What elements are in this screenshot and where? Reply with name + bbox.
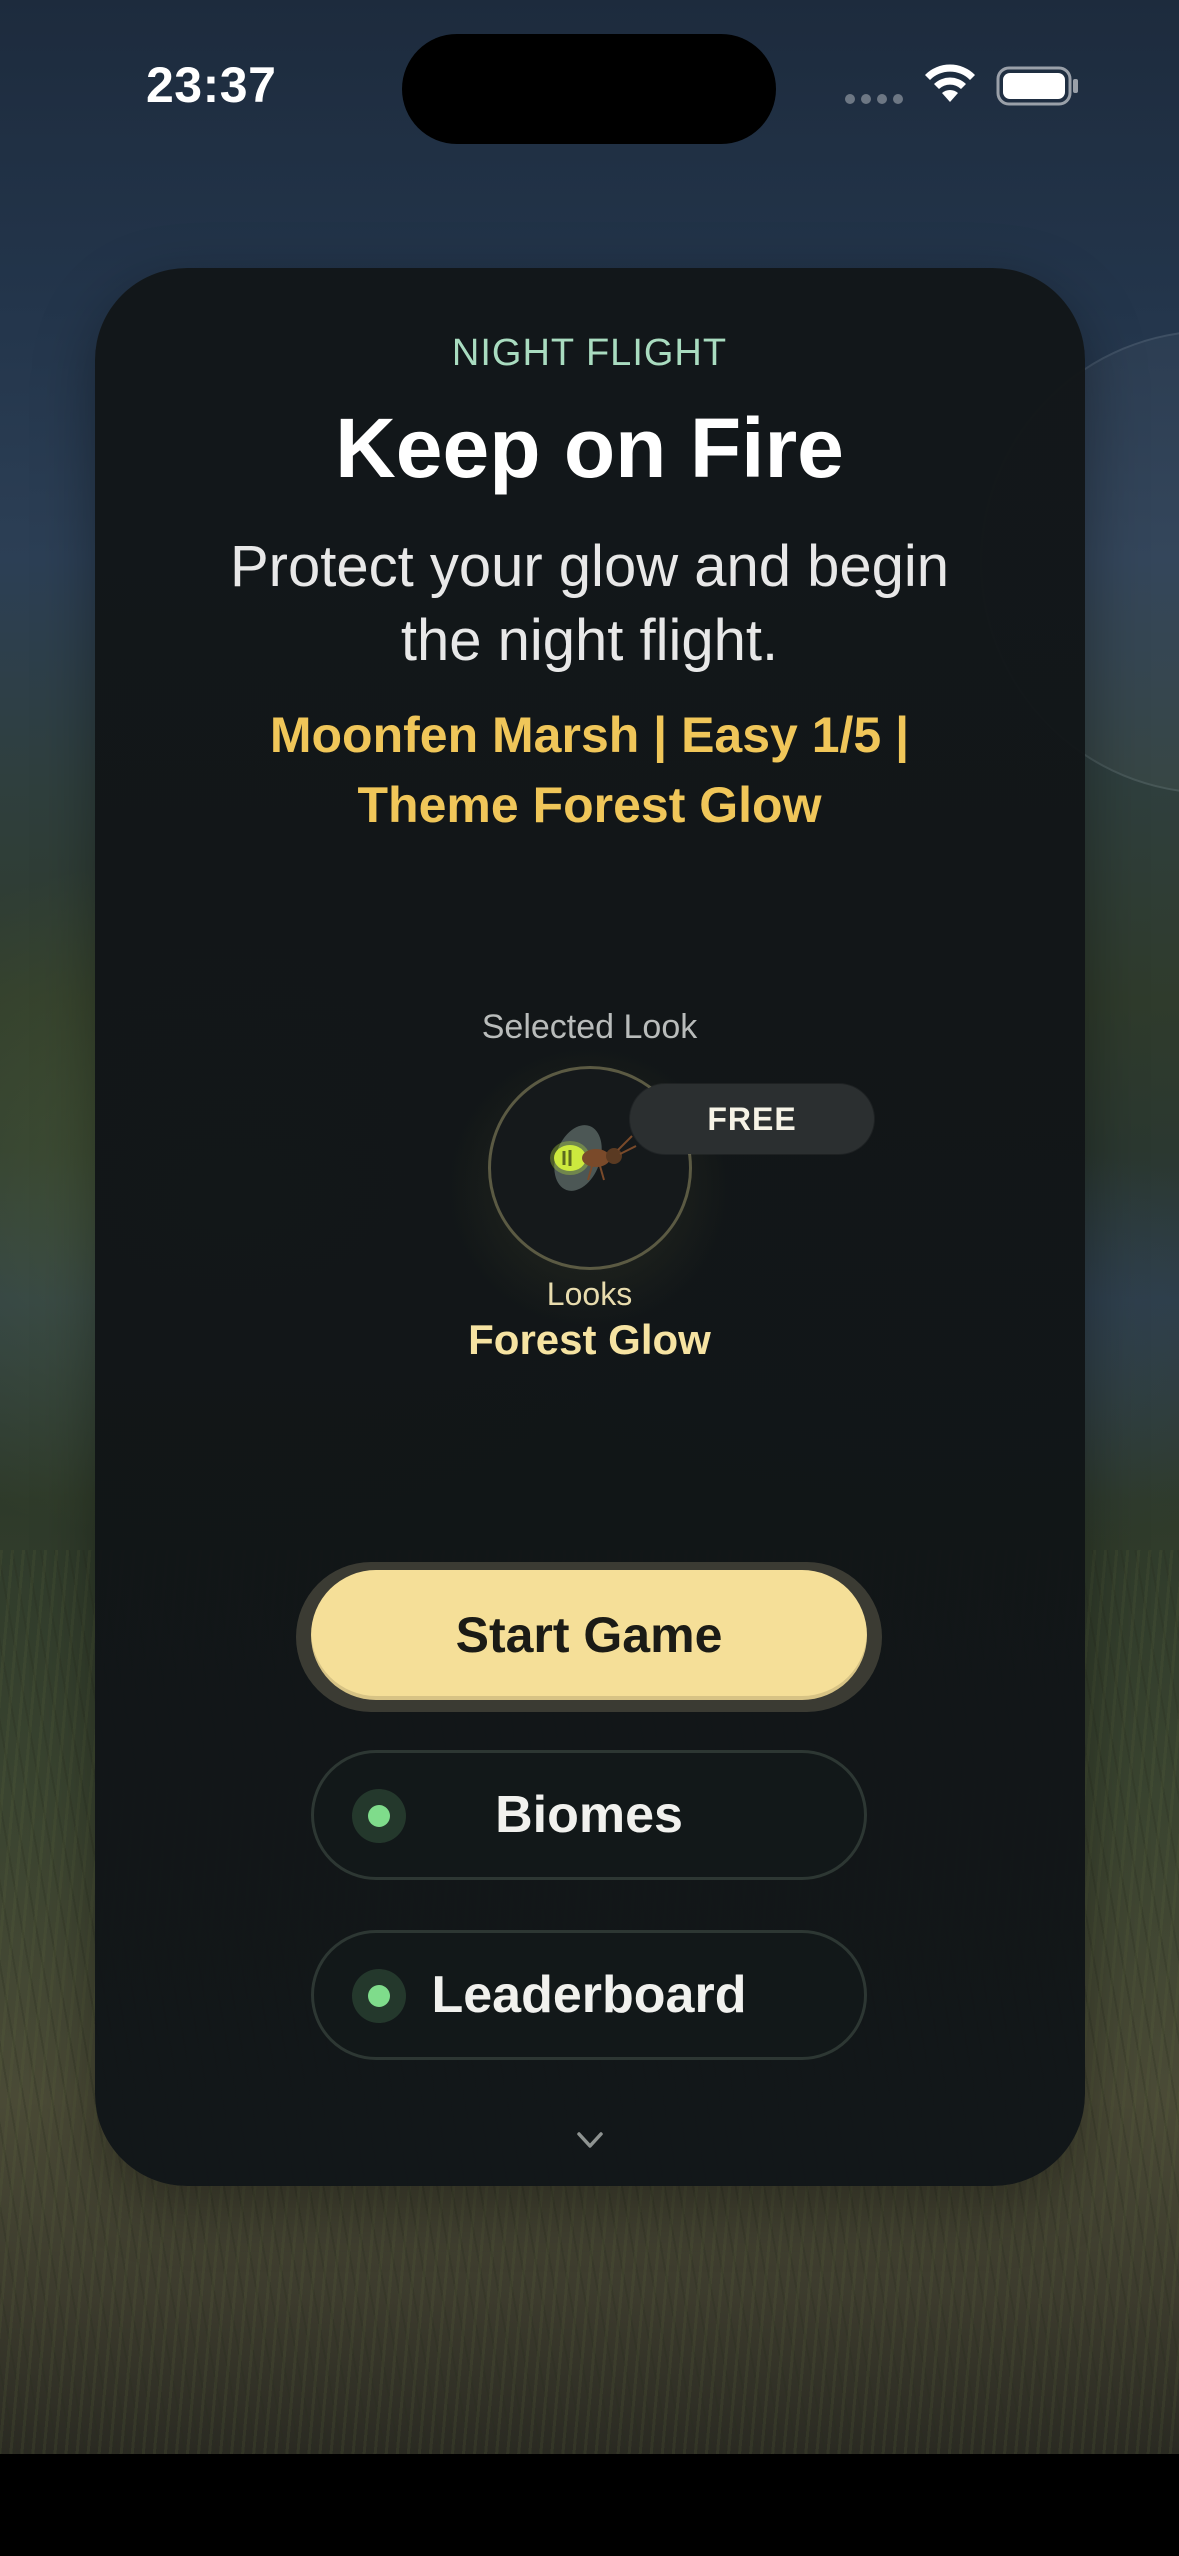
level-meta: Moonfen Marsh | Easy 1/5 | Theme Forest …	[269, 707, 910, 833]
start-game-button[interactable]: Start Game	[311, 1570, 867, 1700]
selected-look-label: Selected Look	[481, 1008, 698, 1046]
look-name: Forest Glow	[468, 1316, 711, 1363]
chevron-down-icon[interactable]	[574, 2128, 606, 2152]
dynamic-island	[402, 34, 776, 144]
cellular-signal-icon	[845, 94, 905, 108]
battery-icon	[996, 66, 1078, 106]
wifi-icon	[925, 64, 975, 102]
mode-eyebrow: NIGHT FLIGHT	[451, 332, 728, 374]
leaderboard-button[interactable]: Leaderboard	[311, 1930, 867, 2060]
status-time: 23:37	[146, 57, 277, 113]
leaderboard-status-indicator	[352, 1969, 406, 2023]
page-title: Keep on Fire	[335, 401, 844, 495]
firefly-icon	[550, 1125, 637, 1191]
game-menu-screen: 23:37 NIGHT FLIGHT Keep on Fire Protect …	[0, 0, 1179, 2556]
leaderboard-button-label: Leaderboard	[431, 1966, 747, 2024]
price-badge: FREE	[630, 1084, 874, 1154]
game-subtitle: Protect your glow and begin the night fl…	[230, 534, 949, 673]
bottom-safe-area	[0, 2454, 1179, 2556]
biomes-button[interactable]: Biomes	[311, 1750, 867, 1880]
biomes-status-indicator	[352, 1789, 406, 1843]
biomes-button-label: Biomes	[495, 1786, 683, 1844]
looks-caption: Looks	[546, 1276, 633, 1312]
